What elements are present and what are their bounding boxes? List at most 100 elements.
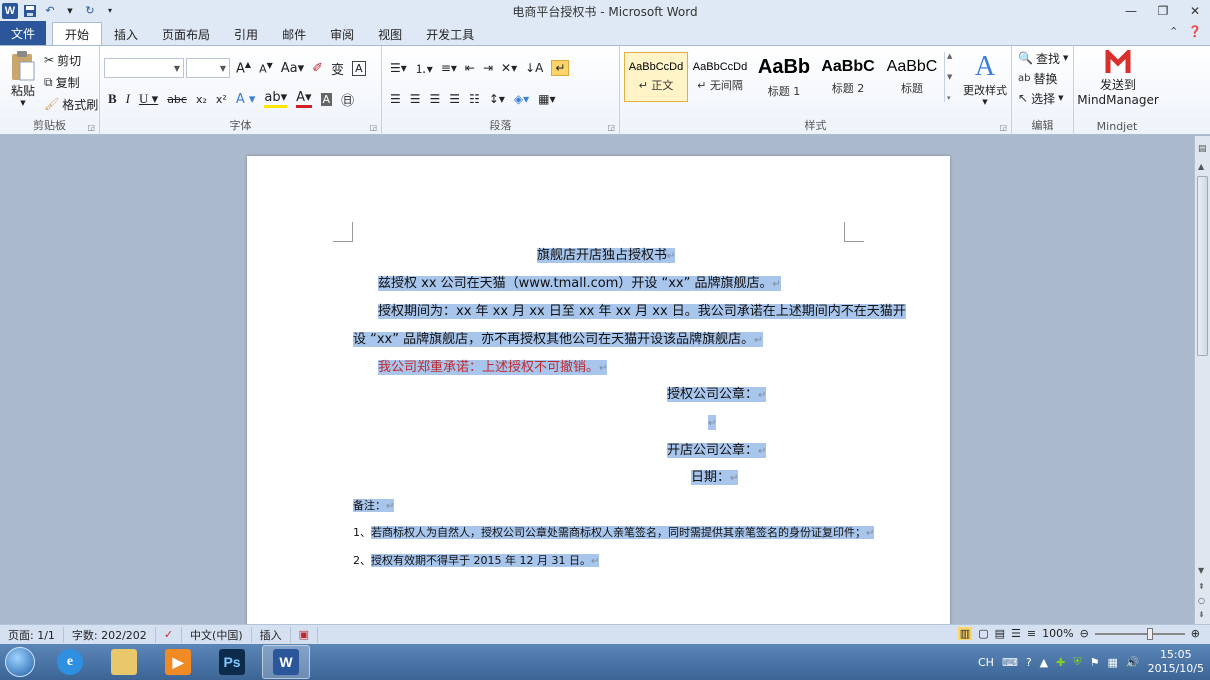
doc-paragraph-3[interactable]: 我公司郑重承诺：上述授权不可撤销。↵ <box>378 358 608 379</box>
tray-expand-icon[interactable]: ▲ <box>1040 656 1048 669</box>
tab-view[interactable]: 视图 <box>366 23 414 45</box>
browse-object-icon[interactable]: ○ <box>1198 596 1205 605</box>
align-left-icon[interactable]: ☰ <box>390 92 401 106</box>
text-effects-icon[interactable]: A ▾ <box>236 92 256 107</box>
chinese-layout-icon[interactable]: ✕▾ <box>501 61 517 75</box>
input-language[interactable]: CH <box>978 656 994 669</box>
cut-button[interactable]: ✂ 剪切 <box>44 50 81 70</box>
undo-icon[interactable]: ↶ <box>42 3 58 19</box>
insert-mode[interactable]: 插入 <box>252 626 291 643</box>
keyboard-icon[interactable]: ⌨ <box>1002 656 1018 669</box>
scroll-up-icon[interactable]: ▲ <box>947 52 954 60</box>
bullets-icon[interactable]: ☰▾ <box>390 61 407 75</box>
grow-font-icon[interactable]: A▲ <box>236 60 251 76</box>
superscript-icon[interactable]: x² <box>216 93 227 106</box>
doc-empty-line[interactable]: ↵ <box>708 413 717 434</box>
sort-icon[interactable]: ↓A <box>525 61 543 75</box>
increase-indent-icon[interactable]: ⇥ <box>483 61 493 75</box>
doc-note-2[interactable]: 2、授权有效期不得早于 2015 年 12 月 31 日。↵ <box>353 551 600 572</box>
tab-file[interactable]: 文件 <box>0 21 46 45</box>
font-launcher-icon[interactable]: ◲ <box>369 123 377 132</box>
outline-view-icon[interactable]: ☰ <box>1011 627 1021 640</box>
help-icon[interactable]: ❓ <box>1188 25 1202 38</box>
taskbar-explorer[interactable] <box>100 645 148 679</box>
styles-launcher-icon[interactable]: ◲ <box>999 123 1007 132</box>
help-tray-icon[interactable]: ? <box>1026 656 1032 669</box>
network-icon[interactable]: ▦ <box>1107 656 1117 669</box>
document-page[interactable]: 旗舰店开店独占授权书↵ 兹授权 xx 公司在天猫（www.tmall.com）开… <box>247 156 950 624</box>
tab-page-layout[interactable]: 页面布局 <box>150 23 222 45</box>
doc-paragraph-2a[interactable]: 授权期间为：xx 年 xx 月 xx 日至 xx 年 xx 月 xx 日。我公司… <box>378 302 906 322</box>
font-name-combo[interactable]: ▼ <box>104 58 184 78</box>
undo-dropdown-icon[interactable]: ▼ <box>62 3 78 19</box>
multilevel-list-icon[interactable]: ≡▾ <box>441 61 457 75</box>
enclose-characters-icon[interactable]: ㊐ <box>341 90 354 109</box>
style-heading-1[interactable]: AaBb 标题 1 <box>752 52 816 102</box>
bold-icon[interactable]: B <box>108 91 117 107</box>
style-no-spacing[interactable]: AaBbCcDd ↵ 无间隔 <box>688 52 752 102</box>
shrink-font-icon[interactable]: A▼ <box>259 61 273 76</box>
paste-dropdown-icon[interactable]: ▼ <box>20 99 25 107</box>
doc-title[interactable]: 旗舰店开店独占授权书↵ <box>537 246 676 267</box>
tab-insert[interactable]: 插入 <box>102 23 150 45</box>
underline-icon[interactable]: U ▾ <box>139 91 158 107</box>
redo-icon[interactable]: ↻ <box>82 3 98 19</box>
ruler-toggle-icon[interactable]: ▤ <box>1198 144 1207 154</box>
clear-formatting-icon[interactable]: ✐ <box>312 61 323 76</box>
macro-recording[interactable]: ▣ <box>291 626 319 643</box>
flag-icon[interactable]: ⚑ <box>1090 656 1100 669</box>
minimize-ribbon-icon[interactable]: ⌃ <box>1169 25 1178 38</box>
doc-paragraph-1[interactable]: 兹授权 xx 公司在天猫（www.tmall.com）开设 “xx” 品牌旗舰店… <box>378 274 781 295</box>
doc-note-1[interactable]: 1、若商标权人为自然人，授权公司公章处需商标权人亲笔签名，同时需提供其亲笔签名的… <box>353 523 875 544</box>
style-heading-2[interactable]: AaBbC 标题 2 <box>816 52 880 102</box>
find-button[interactable]: 🔍 查找 ▼ <box>1018 48 1068 68</box>
doc-note-heading[interactable]: 备注：↵ <box>353 496 395 517</box>
zoom-level[interactable]: 100% <box>1042 627 1073 640</box>
tab-developer[interactable]: 开发工具 <box>414 23 486 45</box>
save-icon[interactable] <box>22 3 38 19</box>
character-border-icon[interactable]: A <box>352 60 366 76</box>
volume-icon[interactable]: 🔊 <box>1126 656 1140 669</box>
replace-button[interactable]: ab 替换 <box>1018 68 1058 88</box>
green-app-icon[interactable]: ✚ <box>1056 656 1065 669</box>
full-screen-view-icon[interactable]: ▢ <box>978 627 988 640</box>
shield-icon[interactable]: ⛨ <box>1073 655 1081 669</box>
maximize-icon[interactable]: ❐ <box>1154 4 1172 18</box>
print-layout-view-icon[interactable]: ▥ <box>957 627 973 640</box>
more-icon[interactable]: ▾ <box>947 94 954 102</box>
word-count[interactable]: 字数: 202/202 <box>64 626 156 643</box>
zoom-thumb[interactable] <box>1146 627 1153 640</box>
web-layout-view-icon[interactable]: ▤ <box>995 627 1005 640</box>
character-shading-icon[interactable]: A <box>320 92 333 106</box>
doc-paragraph-2b[interactable]: 设 “xx” 品牌旗舰店，亦不再授权其他公司在天猫开设该品牌旗舰店。↵ <box>353 330 763 351</box>
doc-seal-2[interactable]: 开店公司公章：↵ <box>667 441 767 462</box>
scroll-up-arrow-icon[interactable]: ▲ <box>1198 162 1204 171</box>
highlight-icon[interactable]: ab▾ <box>264 90 288 108</box>
tab-home[interactable]: 开始 <box>52 22 103 45</box>
zoom-slider[interactable] <box>1094 627 1185 640</box>
customize-qat-icon[interactable]: ▾ <box>102 3 118 19</box>
taskbar-ie[interactable]: e <box>46 645 94 679</box>
scroll-thumb[interactable] <box>1197 176 1208 356</box>
change-case-icon[interactable]: Aa▾ <box>281 61 304 76</box>
doc-date[interactable]: 日期：↵ <box>691 468 739 489</box>
style-title[interactable]: AaBbC 标题 <box>880 52 944 102</box>
proofing-status[interactable]: ✓ <box>156 626 183 643</box>
clipboard-launcher-icon[interactable]: ◲ <box>87 123 95 132</box>
paste-button[interactable]: 粘贴 ▼ <box>6 50 40 107</box>
subscript-icon[interactable]: x₂ <box>196 93 207 106</box>
vertical-scrollbar[interactable]: ▤ ▲ ▼ ⇞ ○ ⇟ <box>1194 136 1210 624</box>
language[interactable]: 中文(中国) <box>182 626 252 643</box>
taskbar-photoshop[interactable]: Ps <box>208 645 256 679</box>
show-marks-icon[interactable]: ↵ <box>551 60 570 76</box>
tab-references[interactable]: 引用 <box>222 23 270 45</box>
format-painter-button[interactable]: 🖌 格式刷 <box>44 94 98 114</box>
select-button[interactable]: ↖ 选择 ▼ <box>1018 88 1063 108</box>
tab-mailings[interactable]: 邮件 <box>270 23 318 45</box>
italic-icon[interactable]: I <box>126 91 130 107</box>
close-icon[interactable]: ✕ <box>1186 4 1204 18</box>
zoom-in-icon[interactable]: ⊕ <box>1191 627 1200 640</box>
justify-icon[interactable]: ☰ <box>449 92 460 106</box>
line-spacing-icon[interactable]: ↕▾ <box>489 92 505 106</box>
align-center-icon[interactable]: ☰ <box>410 92 421 106</box>
